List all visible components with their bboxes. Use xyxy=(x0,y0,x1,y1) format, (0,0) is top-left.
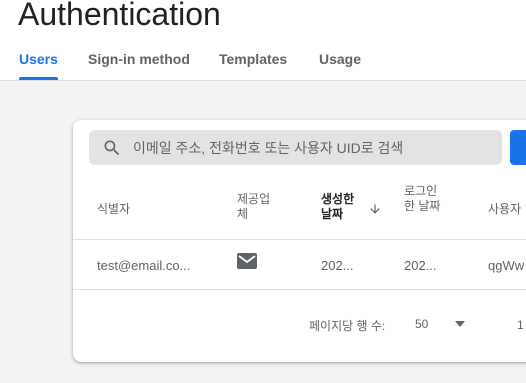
search-input[interactable] xyxy=(133,130,493,165)
column-header-user[interactable]: 사용자 xyxy=(488,202,526,217)
column-header-signed-in[interactable]: 로그인한 날짜 xyxy=(404,184,442,214)
dropdown-arrow-icon xyxy=(455,321,465,327)
page-header: Authentication Users Sign-in method Temp… xyxy=(0,0,526,81)
rows-per-page-label: 페이지당 행 수: xyxy=(309,319,386,333)
column-header-provider[interactable]: 제공업체 xyxy=(237,192,275,222)
users-table-card: 식별자 제공업체 생성한 날짜 로그인한 날짜 사용자 test@email.c… xyxy=(73,120,526,362)
cell-signed-in: 202... xyxy=(404,258,437,273)
arrow-down-icon[interactable] xyxy=(368,202,382,216)
header-divider xyxy=(73,239,526,240)
tab-usage[interactable]: Usage xyxy=(319,50,361,80)
row-divider xyxy=(73,289,526,290)
page-title: Authentication xyxy=(18,0,221,32)
mail-icon xyxy=(237,253,257,269)
cell-created: 202... xyxy=(321,258,354,273)
tab-users[interactable]: Users xyxy=(19,50,58,80)
rows-per-page-value: 50 xyxy=(415,317,429,331)
search-icon xyxy=(104,140,120,156)
column-header-created[interactable]: 생성한 날짜 xyxy=(321,192,361,222)
add-user-button[interactable] xyxy=(510,130,526,165)
rows-per-page-select[interactable]: 50 xyxy=(409,312,471,336)
tab-templates[interactable]: Templates xyxy=(219,50,287,80)
column-header-identifier[interactable]: 식별자 xyxy=(97,202,157,217)
cell-identifier: test@email.co... xyxy=(97,258,191,273)
cell-user-uid: qgWw xyxy=(488,258,525,273)
tab-sign-in-method[interactable]: Sign-in method xyxy=(88,50,190,80)
search-bar xyxy=(89,130,502,165)
pagination-range: 1 xyxy=(517,318,524,332)
